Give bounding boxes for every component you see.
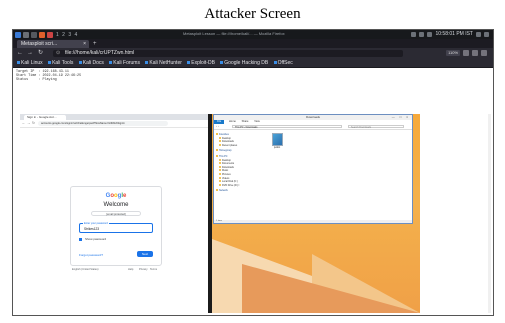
volume-icon[interactable] xyxy=(419,31,425,37)
password-value: Strikes123 xyxy=(84,227,100,231)
power-icon[interactable] xyxy=(484,31,489,37)
close-tab-icon[interactable]: × xyxy=(83,40,86,48)
chrome-window: Sign in - Google Acc... ← → ↻ accounts.g… xyxy=(20,114,208,313)
bookmark-item[interactable]: OffSec xyxy=(274,60,293,66)
checkbox-icon[interactable] xyxy=(79,237,82,241)
session-meta: Target IP : 192.168.43.11 Start Time : 2… xyxy=(16,70,82,82)
nav-item[interactable]: Recent places xyxy=(216,144,262,148)
toolbar-actions: 110% xyxy=(446,50,487,56)
password-label: Enter your password xyxy=(83,222,109,225)
active-window-title: Metasploit Lesson — file:///home/kali/..… xyxy=(183,31,285,36)
terms-link[interactable]: Terms xyxy=(150,268,157,271)
firefox-icon[interactable] xyxy=(39,31,45,38)
file-manager-icon[interactable] xyxy=(23,31,29,38)
explorer-address-bar[interactable]: This PC › Downloads xyxy=(232,125,342,129)
chrome-reload-icon[interactable]: ↻ xyxy=(32,121,35,126)
file-item[interactable]: pwdst xyxy=(270,133,284,149)
firefox-tab[interactable]: Metasploit scri... × xyxy=(17,40,89,48)
file-thumbnail-icon xyxy=(271,133,283,146)
forward-icon[interactable]: → xyxy=(27,49,33,58)
extensions-icon[interactable] xyxy=(472,50,478,56)
reload-icon[interactable]: ↻ xyxy=(38,49,43,58)
bookmarks-toolbar: Kali Linux Kali Tools Kali Docs Kali For… xyxy=(13,59,493,68)
lock-icon[interactable] xyxy=(476,31,481,37)
nav-group[interactable]: Homegroup xyxy=(216,149,262,153)
file-name: pwdst xyxy=(273,146,281,149)
ribbon-tab-home[interactable]: Home xyxy=(229,120,236,123)
nav-group[interactable]: Network xyxy=(216,189,262,193)
chrome-url-bar[interactable]: accounts.google.com/signin/v2/challenge/… xyxy=(38,121,168,126)
page-scrollbar[interactable] xyxy=(488,114,491,313)
app-icon[interactable] xyxy=(47,31,53,38)
signin-card: Google Welcome [email protected] Enter y… xyxy=(70,186,162,266)
url-text: file:///home/kali/crUPTZwn.html xyxy=(65,50,135,56)
remote-screen-capture: Sign in - Google Acc... ← → ↻ accounts.g… xyxy=(20,114,420,313)
workspace-switcher[interactable]: 1 2 3 4 xyxy=(56,32,78,38)
page-content: Target IP : 192.168.43.11 Start Time : 2… xyxy=(13,68,493,315)
bookmark-item[interactable]: Kali Linux xyxy=(17,60,43,66)
next-button[interactable]: Next xyxy=(137,251,153,257)
ribbon-tab-view[interactable]: View xyxy=(254,120,260,123)
explorer-nav-arrows[interactable]: ‹ › xyxy=(216,124,219,129)
attacker-screenshot: 1 2 3 4 Metasploit Lesson — file:///home… xyxy=(12,29,494,316)
explorer-address-row: ‹ › This PC › Downloads Search Downloads xyxy=(214,124,412,130)
file-explorer-window: Downloads — □ × File Home Share View ‹ ›… xyxy=(213,114,413,224)
google-signin-page: Google Welcome [email protected] Enter y… xyxy=(20,128,208,313)
bookmark-item[interactable]: Google Hacking DB xyxy=(220,60,268,66)
back-icon[interactable]: ← xyxy=(17,49,23,58)
bookmark-item[interactable]: Kali Docs xyxy=(79,60,104,66)
help-link[interactable]: Help xyxy=(128,268,133,271)
figure-caption: Attacker Screen xyxy=(204,6,301,22)
explorer-status-bar: 1 item xyxy=(214,220,412,223)
explorer-nav-pane: Favorites Desktop Downloads Recent place… xyxy=(216,131,262,193)
account-chip[interactable]: [email protected] xyxy=(91,211,141,216)
bookmark-star-icon[interactable] xyxy=(463,50,469,56)
bookmark-item[interactable]: Kali Tools xyxy=(48,60,73,66)
explorer-title: Downloads xyxy=(306,115,320,119)
explorer-search-input[interactable]: Search Downloads xyxy=(348,125,404,129)
kali-top-panel: 1 2 3 4 Metasploit Lesson — file:///home… xyxy=(13,30,493,39)
url-bar[interactable]: ⊙ file:///home/kali/crUPTZwn.html xyxy=(53,50,403,57)
chrome-back-icon[interactable]: ← xyxy=(22,121,26,126)
zoom-level[interactable]: 110% xyxy=(446,50,460,56)
network-icon[interactable] xyxy=(411,31,417,37)
menu-icon[interactable] xyxy=(481,50,487,56)
signin-title: Welcome xyxy=(103,202,129,208)
battery-icon[interactable] xyxy=(427,31,433,37)
wallpaper-shape xyxy=(242,264,420,313)
privacy-link[interactable]: Privacy xyxy=(139,268,148,271)
firefox-nav-bar: ← → ↻ ⊙ file:///home/kali/crUPTZwn.html … xyxy=(13,48,493,59)
firefox-tab-strip: Metasploit scri... × + xyxy=(13,39,493,48)
system-tray: 10:58:01 PM IST xyxy=(411,31,489,37)
show-password-checkbox[interactable]: Show password xyxy=(79,237,106,241)
chrome-nav-bar: ← → ↻ accounts.google.com/signin/v2/chal… xyxy=(20,120,208,128)
google-logo: Google xyxy=(105,193,127,199)
chrome-forward-icon[interactable]: → xyxy=(27,121,31,126)
bookmark-item[interactable]: Kali NetHunter xyxy=(145,60,182,66)
page-info-icon[interactable]: ⊙ xyxy=(56,50,60,57)
language-select[interactable]: English (United States) xyxy=(72,268,99,271)
nav-item[interactable]: DVD Drive (D:) I xyxy=(216,184,262,188)
forgot-password-link[interactable]: Forgot password? xyxy=(79,253,103,257)
bookmark-item[interactable]: Kali Forums xyxy=(109,60,140,66)
password-field[interactable]: Enter your password Strikes123 xyxy=(79,222,153,233)
kali-menu-icon[interactable] xyxy=(15,31,21,38)
terminal-icon[interactable] xyxy=(31,31,37,38)
new-tab-button[interactable]: + xyxy=(93,40,97,48)
bookmark-item[interactable]: Exploit-DB xyxy=(187,60,215,66)
clock: 10:58:01 PM IST xyxy=(435,31,473,37)
tab-title: Metasploit scri... xyxy=(21,41,58,47)
ribbon-tab-share[interactable]: Share xyxy=(242,120,249,123)
